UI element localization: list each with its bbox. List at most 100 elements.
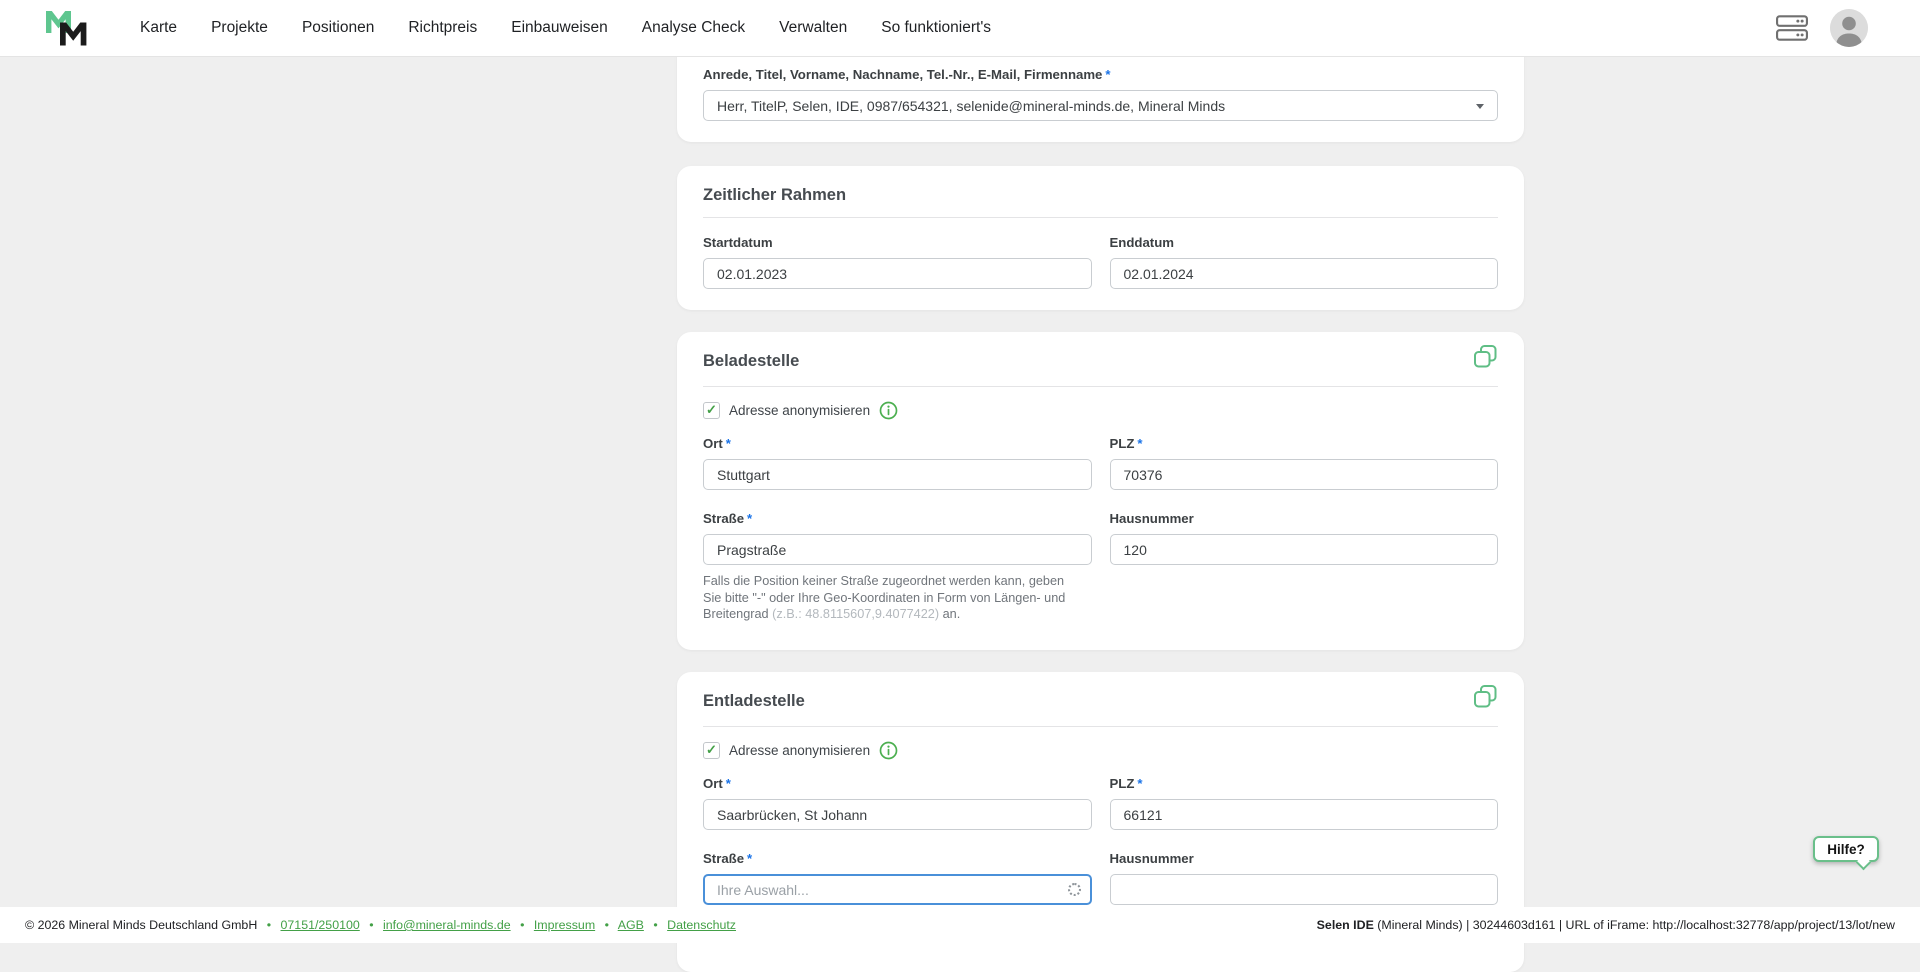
required-mark: * <box>1105 67 1110 82</box>
beladestelle-ort-group: Ort* <box>703 435 1092 490</box>
footer-left: © 2026 Mineral Minds Deutschland GmbH • … <box>25 918 736 932</box>
nav-item-so-funktionierts[interactable]: So funktioniert's <box>881 19 991 37</box>
contact-label-text: Anrede, Titel, Vorname, Nachname, Tel.-N… <box>703 67 1102 82</box>
contact-select-value: Herr, TitelP, Selen, IDE, 0987/654321, s… <box>717 98 1225 114</box>
footer-separator: • <box>653 918 657 932</box>
logo-icon <box>46 11 87 46</box>
contact-select[interactable]: Herr, TitelP, Selen, IDE, 0987/654321, s… <box>703 90 1498 121</box>
entladestelle-strasse-group: Straße* <box>703 850 1092 905</box>
required-mark: * <box>726 436 731 451</box>
divider <box>703 726 1498 727</box>
enddatum-label: Enddatum <box>1110 234 1499 251</box>
required-mark: * <box>747 511 752 526</box>
user-avatar-icon[interactable] <box>1830 9 1868 47</box>
beladestelle-strasse-input[interactable] <box>703 534 1092 565</box>
footer-link-email[interactable]: info@mineral-minds.de <box>383 918 511 932</box>
footer-link-datenschutz[interactable]: Datenschutz <box>667 918 736 932</box>
info-icon <box>879 401 898 420</box>
footer-separator: • <box>520 918 524 932</box>
plz-label: PLZ* <box>1110 775 1499 792</box>
copy-icon <box>1473 684 1498 709</box>
footer-link-agb[interactable]: AGB <box>618 918 644 932</box>
startdatum-field-group: Startdatum <box>703 234 1092 289</box>
hausnummer-label: Hausnummer <box>1110 850 1499 867</box>
entladestelle-plz-input[interactable] <box>1110 799 1499 830</box>
beladestelle-plz-group: PLZ* <box>1110 435 1499 490</box>
strasse-hint-text: Falls die Position keiner Straße zugeord… <box>703 573 1095 623</box>
enddatum-field-group: Enddatum <box>1110 234 1499 289</box>
copyright-text: © 2026 Mineral Minds Deutschland GmbH <box>25 918 257 932</box>
footer-right: Selen IDE (Mineral Minds) | 30244603d161… <box>1317 918 1895 932</box>
loading-spinner-icon <box>1068 883 1081 896</box>
anonymize-checkbox[interactable]: ✓ <box>703 742 720 759</box>
timeframe-card: Zeitlicher Rahmen Startdatum Enddatum <box>677 166 1524 310</box>
timeframe-title: Zeitlicher Rahmen <box>703 186 846 205</box>
required-mark: * <box>747 851 752 866</box>
anonymize-label: Adresse anonymisieren <box>729 743 870 758</box>
nav-item-verwalten[interactable]: Verwalten <box>779 19 847 37</box>
beladestelle-title: Beladestelle <box>703 352 799 371</box>
nav-item-richtpreis[interactable]: Richtpreis <box>408 19 477 37</box>
footer-user-name: Selen IDE <box>1317 918 1374 932</box>
strasse-label: Straße* <box>703 510 1092 527</box>
nav-right-icons <box>1776 0 1868 56</box>
checkmark-icon: ✓ <box>706 402 717 418</box>
geo-coords-example: (z.B.: 48.8115607,9.4077422) <box>772 607 939 621</box>
required-mark: * <box>1137 776 1142 791</box>
nav-item-projekte[interactable]: Projekte <box>211 19 268 37</box>
help-button-label: Hilfe? <box>1827 842 1865 857</box>
copy-button[interactable] <box>1473 344 1498 374</box>
strasse-label: Straße* <box>703 850 1092 867</box>
beladestelle-strasse-group: Straße* <box>703 510 1092 565</box>
top-navigation: Karte Projekte Positionen Richtpreis Ein… <box>0 0 1920 57</box>
anonymize-label: Adresse anonymisieren <box>729 403 870 418</box>
footer-debug-info: (Mineral Minds) | 30244603d161 | URL of … <box>1374 918 1895 932</box>
footer-link-phone[interactable]: 07151/250100 <box>281 918 360 932</box>
speech-bubble-tail <box>1856 854 1872 870</box>
contact-label: Anrede, Titel, Vorname, Nachname, Tel.-N… <box>703 66 1498 83</box>
server-stack-icon[interactable] <box>1776 15 1808 41</box>
info-icon <box>879 741 898 760</box>
required-mark: * <box>726 776 731 791</box>
entladestelle-title: Entladestelle <box>703 692 805 711</box>
anonymize-checkbox[interactable]: ✓ <box>703 402 720 419</box>
mineral-minds-logo[interactable] <box>46 11 87 46</box>
hausnummer-label: Hausnummer <box>1110 510 1499 527</box>
footer-separator: • <box>605 918 609 932</box>
entladestelle-strasse-input[interactable] <box>703 874 1092 905</box>
entladestelle-hausnummer-group: Hausnummer <box>1110 850 1499 905</box>
help-button[interactable]: Hilfe? <box>1813 836 1879 862</box>
copy-icon <box>1473 344 1498 369</box>
entladestelle-hausnummer-input[interactable] <box>1110 874 1499 905</box>
info-button[interactable] <box>879 401 898 420</box>
copy-button[interactable] <box>1473 684 1498 714</box>
beladestelle-hausnummer-input[interactable] <box>1110 534 1499 565</box>
nav-item-karte[interactable]: Karte <box>140 19 177 37</box>
nav-item-analyse-check[interactable]: Analyse Check <box>642 19 745 37</box>
ort-label: Ort* <box>703 435 1092 452</box>
info-button[interactable] <box>879 741 898 760</box>
footer-link-impressum[interactable]: Impressum <box>534 918 595 932</box>
nav-item-einbauweisen[interactable]: Einbauweisen <box>511 19 608 37</box>
entladestelle-plz-group: PLZ* <box>1110 775 1499 830</box>
entladestelle-ort-input[interactable] <box>703 799 1092 830</box>
beladestelle-hausnummer-group: Hausnummer <box>1110 510 1499 565</box>
startdatum-input[interactable] <box>703 258 1092 289</box>
footer-separator: • <box>369 918 373 932</box>
beladestelle-ort-input[interactable] <box>703 459 1092 490</box>
plz-label: PLZ* <box>1110 435 1499 452</box>
required-mark: * <box>1137 436 1142 451</box>
beladestelle-card: Beladestelle ✓ Adresse anonymisieren <box>677 332 1524 650</box>
startdatum-label: Startdatum <box>703 234 1092 251</box>
checkmark-icon: ✓ <box>706 742 717 758</box>
footer: © 2026 Mineral Minds Deutschland GmbH • … <box>0 907 1920 943</box>
enddatum-input[interactable] <box>1110 258 1499 289</box>
entladestelle-ort-group: Ort* <box>703 775 1092 830</box>
divider <box>703 217 1498 218</box>
nav-item-positionen[interactable]: Positionen <box>302 19 374 37</box>
main-menu: Karte Projekte Positionen Richtpreis Ein… <box>140 0 991 56</box>
ort-label: Ort* <box>703 775 1092 792</box>
divider <box>703 386 1498 387</box>
beladestelle-plz-input[interactable] <box>1110 459 1499 490</box>
footer-separator: • <box>267 918 271 932</box>
